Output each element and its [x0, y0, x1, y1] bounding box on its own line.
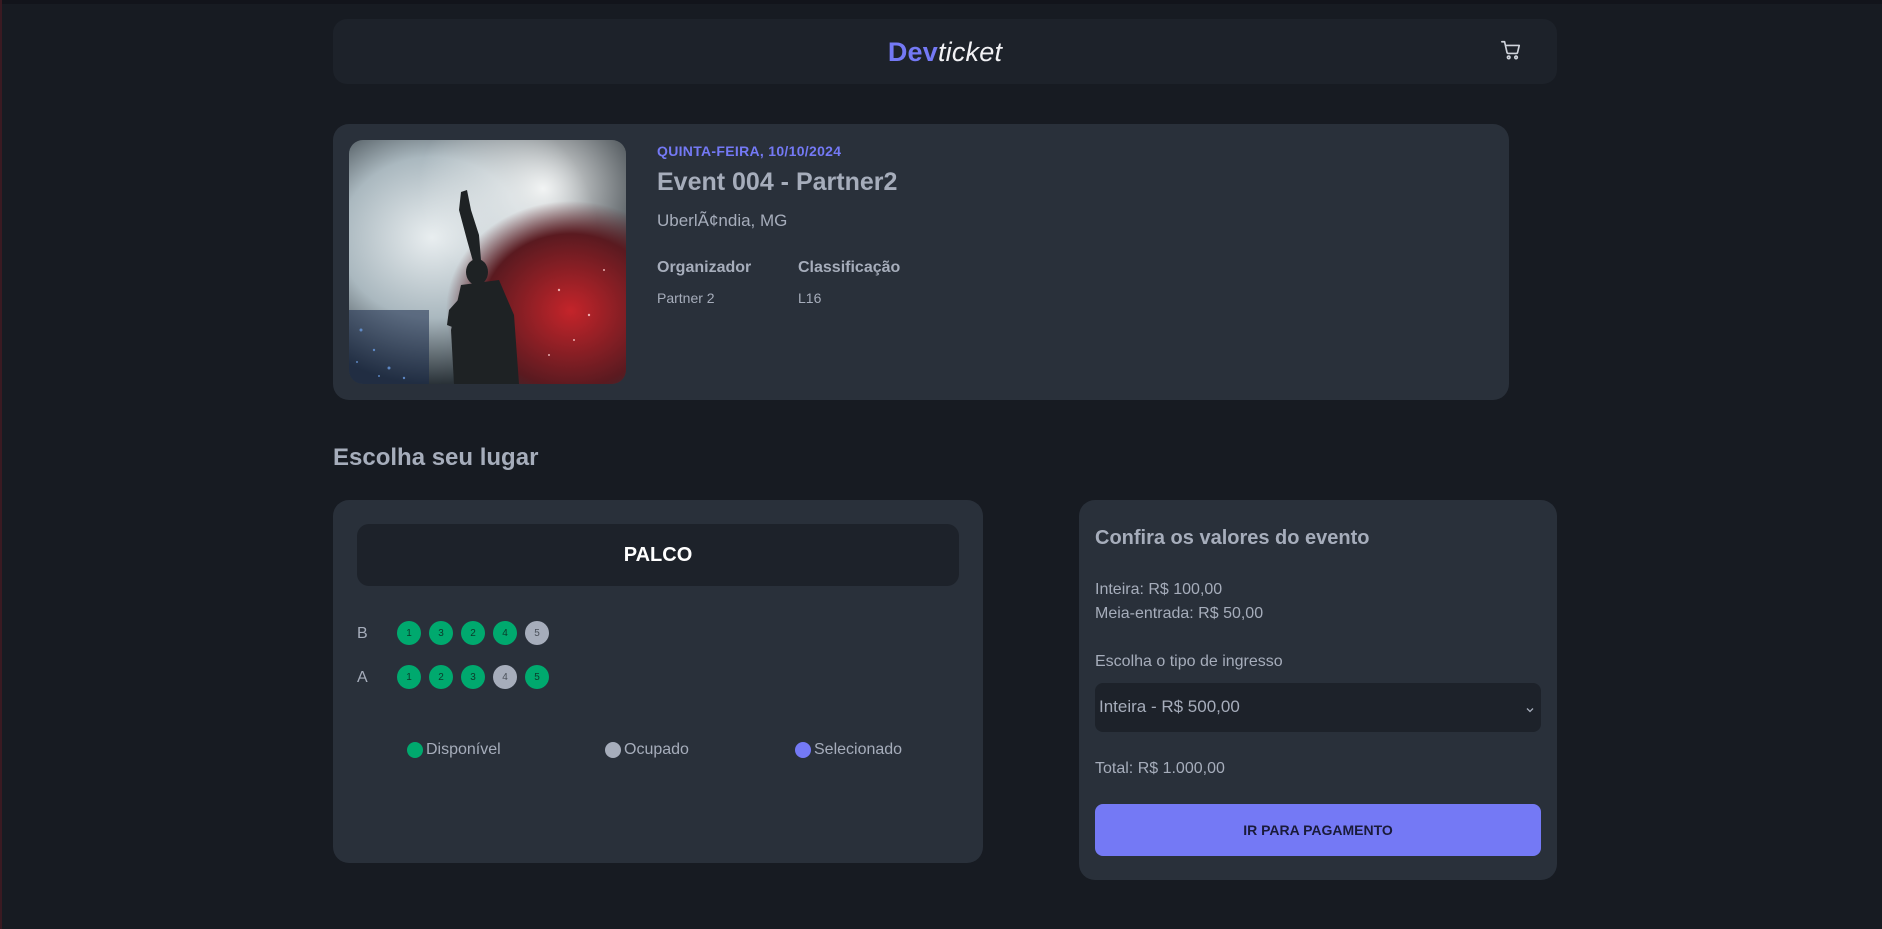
seat-b-2[interactable]: 2 — [461, 621, 485, 645]
logo-ticket: ticket — [937, 37, 1003, 67]
legend-available-label: Disponível — [426, 741, 501, 758]
legend-selected-label: Selecionado — [814, 741, 903, 758]
logo[interactable]: Devticket — [333, 37, 1557, 68]
event-image — [349, 140, 626, 384]
total-price: Total: R$ 1.000,00 — [1095, 760, 1225, 777]
seat-b-5[interactable]: 5 — [525, 621, 549, 645]
legend-occupied-label: Ocupado — [624, 741, 689, 758]
event-title: Event 004 - Partner2 — [657, 168, 898, 196]
stage-label: PALCO — [357, 524, 959, 586]
chevron-down-icon — [1525, 702, 1535, 720]
logo-dev: Dev — [887, 37, 938, 67]
cart-icon[interactable] — [1498, 37, 1524, 63]
event-date: QUINTA-FEIRA, 10/10/2024 — [657, 143, 842, 159]
navbar: Devticket — [333, 19, 1557, 84]
event-card: QUINTA-FEIRA, 10/10/2024 Event 004 - Par… — [333, 124, 1509, 400]
seat-b-4[interactable]: 4 — [493, 621, 517, 645]
price-half: Meia-entrada: R$ 50,00 — [1095, 605, 1264, 622]
seat-a-5[interactable]: 5 — [525, 665, 549, 689]
seat-b-3[interactable]: 3 — [429, 621, 453, 645]
price-panel: Confira os valores do evento Inteira: R$… — [1079, 500, 1557, 880]
legend-available: Disponível — [407, 741, 501, 759]
legend-occupied: Ocupado — [605, 741, 689, 759]
ticket-type-value: Inteira - R$ 500,00 — [1099, 697, 1240, 716]
seat-a-1[interactable]: 1 — [397, 665, 421, 689]
price-title: Confira os valores do evento — [1095, 527, 1370, 549]
organizer-value: Partner 2 — [657, 290, 715, 306]
seat-map-panel: PALCO B 1 3 2 4 5 A 1 2 3 4 5 Disponível… — [333, 500, 983, 863]
pay-button[interactable]: IR PARA PAGAMENTO — [1095, 804, 1541, 856]
seat-b-1[interactable]: 1 — [397, 621, 421, 645]
seat-a-3[interactable]: 3 — [461, 665, 485, 689]
organizer-label: Organizador — [657, 259, 752, 276]
row-label-b: B — [357, 625, 368, 642]
section-title: Escolha seu lugar — [333, 444, 539, 471]
seat-a-2[interactable]: 2 — [429, 665, 453, 689]
row-label-a: A — [357, 669, 368, 686]
ticket-type-select[interactable]: Inteira - R$ 500,00 — [1095, 683, 1541, 732]
window-top-strip — [0, 0, 1882, 4]
rating-label: Classificação — [798, 259, 901, 276]
rating-value: L16 — [798, 290, 822, 306]
seat-a-4[interactable]: 4 — [493, 665, 517, 689]
window-left-edge — [0, 0, 2, 929]
legend-dot-selected — [795, 742, 811, 758]
price-full: Inteira: R$ 100,00 — [1095, 581, 1223, 598]
ticket-type-label: Escolha o tipo de ingresso — [1095, 653, 1283, 670]
legend-dot-available — [407, 742, 423, 758]
event-location: UberlÃ¢ndia, MG — [657, 211, 788, 230]
legend-dot-occupied — [605, 742, 621, 758]
legend-selected: Selecionado — [795, 741, 902, 759]
